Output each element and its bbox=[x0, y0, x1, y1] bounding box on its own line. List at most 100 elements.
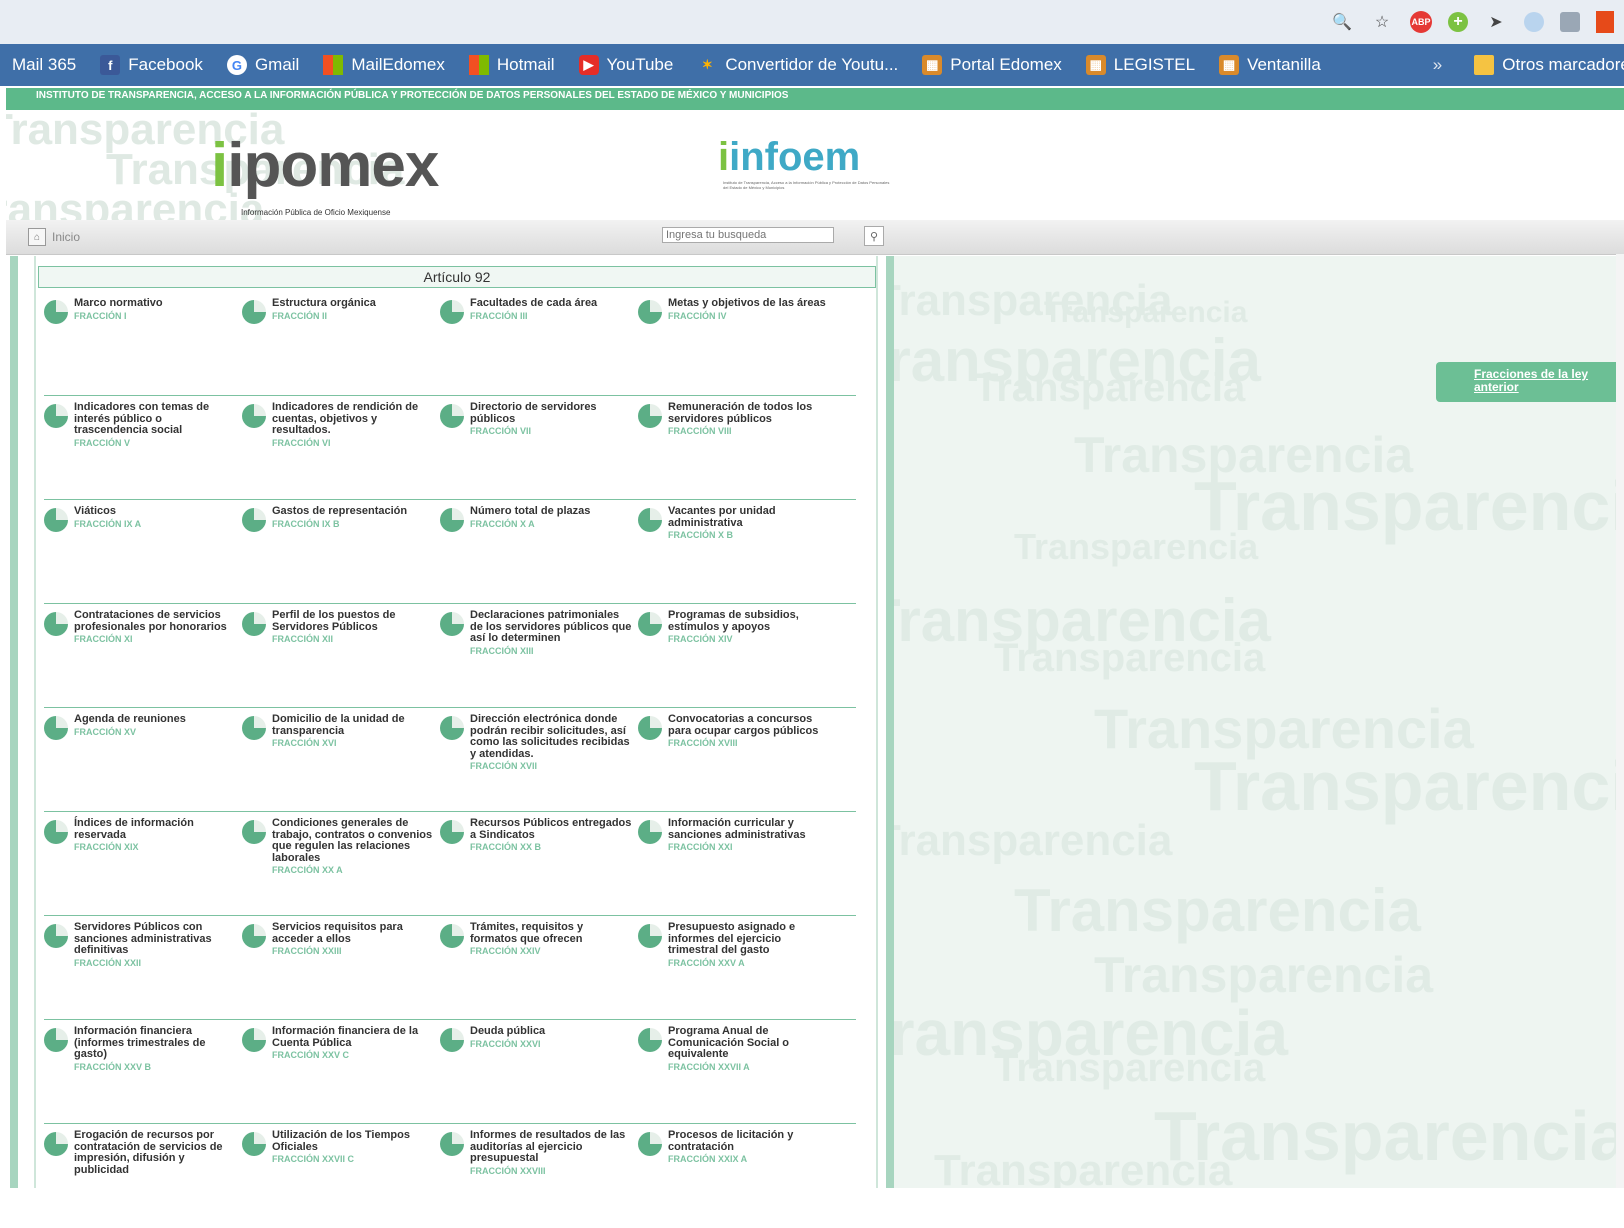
fraction-title[interactable]: Número total de plazas bbox=[470, 505, 590, 518]
fraction-item[interactable]: Servidores Públicos con sanciones admini… bbox=[44, 921, 236, 969]
extension-square-icon[interactable] bbox=[1560, 12, 1580, 32]
bookmark-legistel[interactable]: ▦ LEGISTEL bbox=[1074, 55, 1207, 75]
fraction-item[interactable]: Servicios requisitos para acceder a ello… bbox=[242, 921, 434, 957]
fraction-item[interactable]: Contrataciones de servicios profesionale… bbox=[44, 609, 236, 645]
fraction-title[interactable]: Información curricular y sanciones admin… bbox=[668, 817, 830, 841]
search-input[interactable] bbox=[662, 227, 834, 243]
fraction-item[interactable]: Metas y objetivos de las áreas FRACCIÓN I… bbox=[638, 297, 830, 324]
adblock-icon[interactable]: ABP bbox=[1410, 11, 1432, 33]
fraction-title[interactable]: Indicadores de rendición de cuentas, obj… bbox=[272, 401, 434, 437]
search-icon[interactable]: ⚲ bbox=[864, 226, 884, 246]
fraction-item[interactable]: Información financiera (informes trimest… bbox=[44, 1025, 236, 1073]
fraction-title[interactable]: Marco normativo bbox=[74, 297, 163, 310]
fraction-title[interactable]: Gastos de representación bbox=[272, 505, 407, 518]
fraction-item[interactable]: Domicilio de la unidad de transparencia F… bbox=[242, 713, 434, 749]
fraction-title[interactable]: Información financiera (informes trimest… bbox=[74, 1025, 236, 1061]
bookmark-facebook[interactable]: f Facebook bbox=[88, 55, 215, 75]
fraction-item[interactable]: Condiciones generales de trabajo, contra… bbox=[242, 817, 434, 876]
fraction-title[interactable]: Convocatorias a concursos para ocupar ca… bbox=[668, 713, 830, 737]
fraction-title[interactable]: Programa Anual de Comunicación Social o … bbox=[668, 1025, 830, 1061]
bookmark-ventanilla[interactable]: ▦ Ventanilla bbox=[1207, 55, 1333, 75]
fraction-title[interactable]: Trámites, requisitos y formatos que ofre… bbox=[470, 921, 632, 945]
fraction-item[interactable]: Declaraciones patrimoniales de los servi… bbox=[440, 609, 632, 657]
fraction-title[interactable]: Deuda pública bbox=[470, 1025, 545, 1038]
fraction-item[interactable]: Utilización de los Tiempos Oficiales FRAC… bbox=[242, 1129, 434, 1165]
fraction-item[interactable]: Dirección electrónica donde podrán recib… bbox=[440, 713, 632, 772]
fraction-item[interactable]: Directorio de servidores públicos FRACCIÓ… bbox=[440, 401, 632, 437]
fraction-title[interactable]: Índices de información reservada bbox=[74, 817, 236, 841]
bookmark-convertidor[interactable]: ✶ Convertidor de Youtu... bbox=[685, 55, 910, 75]
fraction-title[interactable]: Agenda de reuniones bbox=[74, 713, 186, 726]
bookmark-portal-edomex[interactable]: ▦ Portal Edomex bbox=[910, 55, 1074, 75]
fraction-item[interactable]: Convocatorias a concursos para ocupar ca… bbox=[638, 713, 830, 749]
infoem-logo[interactable]: iinfoem Instituto de Transparencia, Acce… bbox=[718, 135, 893, 190]
fraction-item[interactable]: Gastos de representación FRACCIÓN IX B bbox=[242, 505, 434, 532]
fraction-title[interactable]: Informes de resultados de las auditorías… bbox=[470, 1129, 632, 1165]
fraction-item[interactable]: Informes de resultados de las auditorías… bbox=[440, 1129, 632, 1177]
fraction-title[interactable]: Directorio de servidores públicos bbox=[470, 401, 632, 425]
fraction-item[interactable]: Número total de plazas FRACCIÓN X A bbox=[440, 505, 632, 532]
extension-bird-icon[interactable]: ➤ bbox=[1484, 10, 1508, 34]
fraction-title[interactable]: Facultades de cada área bbox=[470, 297, 597, 310]
fraction-item[interactable]: Procesos de licitación y contratación FRA… bbox=[638, 1129, 830, 1165]
fraction-item[interactable]: Recursos Públicos entregados a Sindicato… bbox=[440, 817, 632, 853]
fraction-item[interactable]: Programas de subsidios, estímulos y apoy… bbox=[638, 609, 830, 645]
bookmarks-overflow-button[interactable]: » bbox=[1413, 55, 1462, 75]
fraction-item[interactable]: Trámites, requisitos y formatos que ofre… bbox=[440, 921, 632, 957]
fraction-title[interactable]: Domicilio de la unidad de transparencia bbox=[272, 713, 434, 737]
previous-law-fractions-button[interactable]: Fracciones de la ley anterior bbox=[1436, 362, 1622, 402]
zoom-icon[interactable]: 🔍 bbox=[1330, 10, 1354, 34]
fraction-title[interactable]: Remuneración de todos los servidores púb… bbox=[668, 401, 830, 425]
bookmark-hotmail[interactable]: Hotmail bbox=[457, 55, 567, 75]
home-link[interactable]: ⌂ Inicio bbox=[28, 228, 80, 246]
fraction-item[interactable]: Viáticos FRACCIÓN IX A bbox=[44, 505, 236, 532]
fraction-title[interactable]: Declaraciones patrimoniales de los servi… bbox=[470, 609, 632, 645]
fraction-title[interactable]: Erogación de recursos por contratación d… bbox=[74, 1129, 236, 1176]
star-icon[interactable]: ☆ bbox=[1370, 10, 1394, 34]
fraction-item[interactable]: Índices de información reservada FRACCIÓN… bbox=[44, 817, 236, 853]
fraction-title[interactable]: Presupuesto asignado e informes del ejer… bbox=[668, 921, 830, 957]
ipomex-logo[interactable]: iipomex Información Pública de Oficio Me… bbox=[211, 130, 439, 217]
fraction-item[interactable]: Presupuesto asignado e informes del ejer… bbox=[638, 921, 830, 969]
bookmark-mailedomex[interactable]: MailEdomex bbox=[311, 55, 457, 75]
fraction-title[interactable]: Información financiera de la Cuenta Públ… bbox=[272, 1025, 434, 1049]
fraction-title[interactable]: Programas de subsidios, estímulos y apoy… bbox=[668, 609, 830, 633]
fraction-title[interactable]: Vacantes por unidad administrativa bbox=[668, 505, 830, 529]
extension-plus-icon[interactable]: + bbox=[1448, 12, 1468, 32]
fraction-title[interactable]: Recursos Públicos entregados a Sindicato… bbox=[470, 817, 632, 841]
fraction-title[interactable]: Dirección electrónica donde podrán recib… bbox=[470, 713, 632, 760]
fraction-item[interactable]: Vacantes por unidad administrativa FRACCI… bbox=[638, 505, 830, 541]
office-icon[interactable] bbox=[1596, 11, 1614, 33]
fraction-item[interactable]: Facultades de cada área FRACCIÓN III bbox=[440, 297, 632, 324]
fraction-title[interactable]: Viáticos bbox=[74, 505, 141, 518]
fraction-item[interactable]: Remuneración de todos los servidores púb… bbox=[638, 401, 830, 437]
fraction-title[interactable]: Servidores Públicos con sanciones admini… bbox=[74, 921, 236, 957]
fraction-title[interactable]: Servicios requisitos para acceder a ello… bbox=[272, 921, 434, 945]
scrollbar[interactable] bbox=[1616, 254, 1624, 1188]
bookmark-mail365[interactable]: Mail 365 bbox=[0, 55, 88, 75]
fraction-item[interactable]: Agenda de reuniones FRACCIÓN XV bbox=[44, 713, 236, 740]
fraction-item[interactable]: Información curricular y sanciones admin… bbox=[638, 817, 830, 853]
google-icon: G bbox=[226, 55, 247, 75]
fraction-title[interactable]: Condiciones generales de trabajo, contra… bbox=[272, 817, 434, 864]
fraction-title[interactable]: Estructura orgánica bbox=[272, 297, 376, 310]
fraction-item[interactable]: Deuda pública FRACCIÓN XXVI bbox=[440, 1025, 632, 1052]
fraction-title[interactable]: Utilización de los Tiempos Oficiales bbox=[272, 1129, 434, 1153]
extension-circle-icon[interactable] bbox=[1524, 12, 1544, 32]
fraction-item[interactable]: Estructura orgánica FRACCIÓN II bbox=[242, 297, 434, 324]
fraction-item[interactable]: Perfil de los puestos de Servidores Públ… bbox=[242, 609, 434, 645]
fraction-title[interactable]: Perfil de los puestos de Servidores Públ… bbox=[272, 609, 434, 633]
fraction-item[interactable]: Marco normativo FRACCIÓN I bbox=[44, 297, 236, 324]
fraction-item[interactable]: Indicadores de rendición de cuentas, obj… bbox=[242, 401, 434, 449]
fraction-item[interactable]: Indicadores con temas de interés público… bbox=[44, 401, 236, 449]
fraction-title[interactable]: Indicadores con temas de interés público… bbox=[74, 401, 236, 437]
fraction-title[interactable]: Metas y objetivos de las áreas bbox=[668, 297, 826, 310]
other-bookmarks[interactable]: Otros marcadores bbox=[1462, 55, 1624, 75]
fraction-item[interactable]: Información financiera de la Cuenta Públ… bbox=[242, 1025, 434, 1061]
fraction-item[interactable]: Programa Anual de Comunicación Social o … bbox=[638, 1025, 830, 1073]
bookmark-gmail[interactable]: G Gmail bbox=[215, 55, 311, 75]
fraction-item[interactable]: Erogación de recursos por contratación d… bbox=[44, 1129, 236, 1176]
bookmark-youtube[interactable]: ▶ YouTube bbox=[567, 55, 686, 75]
fraction-title[interactable]: Contrataciones de servicios profesionale… bbox=[74, 609, 236, 633]
fraction-title[interactable]: Procesos de licitación y contratación bbox=[668, 1129, 830, 1153]
